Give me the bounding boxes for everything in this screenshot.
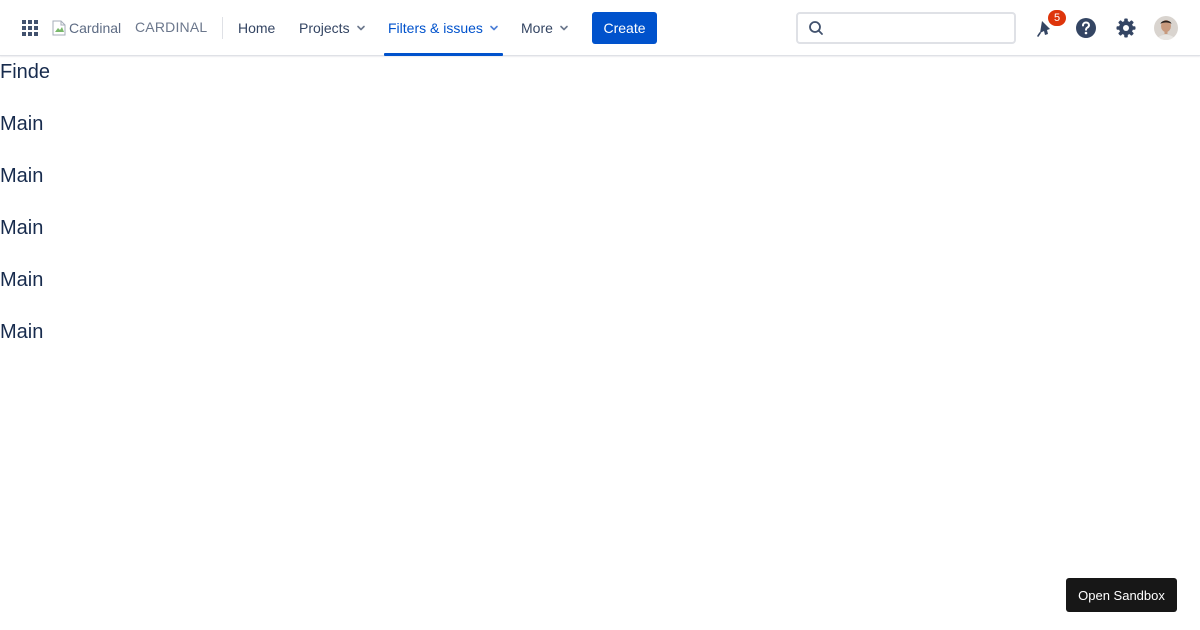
top-navigation-bar: Cardinal CARDINAL Home Projects Filters … [0,0,1200,56]
open-sandbox-button[interactable]: Open Sandbox [1066,578,1177,612]
nav-more[interactable]: More [521,0,569,56]
logo-alt-text: Cardinal [69,20,122,36]
chevron-down-icon [356,25,365,31]
create-button[interactable]: Create [592,12,657,44]
divider [222,17,223,39]
nav-more-label: More [521,20,553,36]
content-text: Main [0,165,44,187]
content-text: Main [0,321,44,343]
site-name[interactable]: CARDINAL [135,19,207,35]
content-text: Main [0,113,44,135]
notifications-count-badge: 5 [1048,10,1066,26]
broken-image-icon [52,20,66,36]
search-icon [809,21,823,35]
avatar[interactable] [1154,16,1178,40]
main-content: Finde Main Main Main Main Main [0,60,50,372]
nav-filters-issues[interactable]: Filters & issues [384,0,503,56]
content-text: Main [0,269,44,291]
nav-projects-label: Projects [299,20,350,36]
nav-home[interactable]: Home [238,0,275,56]
chevron-down-icon [560,25,568,31]
chevron-down-icon [490,25,498,31]
site-logo[interactable]: Cardinal [52,18,121,38]
nav-projects[interactable]: Projects [299,0,366,56]
help-icon[interactable] [1073,15,1099,41]
content-text: Finde [0,61,51,83]
app-switcher-icon[interactable] [18,16,42,40]
search-input[interactable] [830,20,1000,36]
nav-home-label: Home [238,20,276,36]
nav-filters-issues-label: Filters & issues [388,20,483,36]
content-text: Main [0,217,44,239]
search-box[interactable] [796,12,1016,44]
settings-icon[interactable] [1113,15,1139,41]
